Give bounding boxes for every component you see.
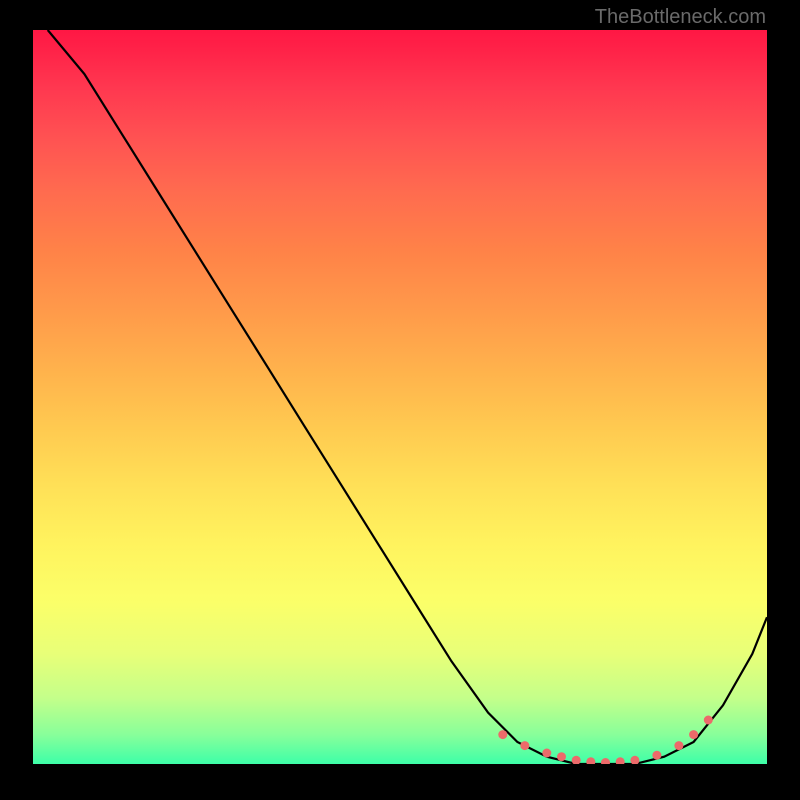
highlight-dot	[689, 730, 698, 739]
highlight-dot	[616, 757, 625, 764]
bottleneck-curve-line	[48, 30, 767, 764]
chart-svg	[33, 30, 767, 764]
optimal-range-dots	[498, 716, 713, 765]
highlight-dot	[498, 730, 507, 739]
highlight-dot	[704, 716, 713, 725]
highlight-dot	[542, 749, 551, 758]
highlight-dot	[601, 758, 610, 764]
highlight-dot	[630, 756, 639, 764]
highlight-dot	[572, 756, 581, 764]
chart-container: TheBottleneck.com	[0, 0, 800, 800]
highlight-dot	[652, 751, 661, 760]
highlight-dot	[674, 741, 683, 750]
highlight-dot	[586, 757, 595, 764]
highlight-dot	[520, 741, 529, 750]
watermark-text: TheBottleneck.com	[595, 6, 766, 29]
highlight-dot	[557, 752, 566, 761]
